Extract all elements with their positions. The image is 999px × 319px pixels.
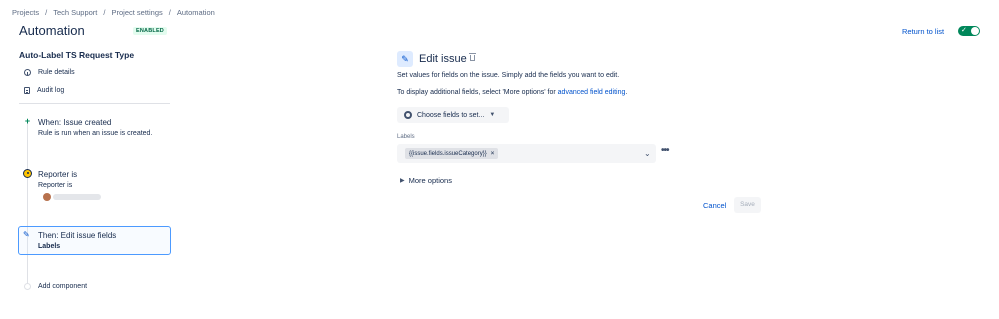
cancel-button[interactable]: Cancel xyxy=(703,201,726,210)
trash-icon[interactable] xyxy=(469,53,476,61)
condition-component-title[interactable]: Reporter is xyxy=(38,170,77,179)
pencil-icon: ✎ xyxy=(23,230,30,239)
status-badge: ENABLED xyxy=(133,27,167,35)
chevron-down-icon: ▼ xyxy=(489,112,496,118)
desc-suffix: . xyxy=(625,89,628,96)
avatar xyxy=(43,193,51,201)
breadcrumb-projects[interactable]: Projects xyxy=(12,8,39,17)
advanced-field-editing-link[interactable]: advanced field editing xyxy=(558,89,626,96)
rule-enabled-toggle[interactable]: ✓ xyxy=(958,26,980,36)
sidebar-divider xyxy=(19,103,170,104)
pencil-icon: ✎ xyxy=(397,51,413,67)
trigger-plus-icon: + xyxy=(24,116,31,126)
label-chip: {{issue.fields.issueCategory}} × xyxy=(405,148,499,159)
toggle-knob xyxy=(971,27,979,35)
add-component-dot-icon xyxy=(24,283,31,290)
trigger-component-title[interactable]: When: Issue created xyxy=(38,118,111,127)
breadcrumb-tech-support[interactable]: Tech Support xyxy=(53,8,97,17)
breadcrumb-project-settings[interactable]: Project settings xyxy=(111,8,162,17)
save-button[interactable]: Save xyxy=(734,197,761,213)
choose-fields-button[interactable]: Choose fields to set... ▼ xyxy=(397,107,509,123)
audit-log-label: Audit log xyxy=(37,87,65,94)
audit-log-link[interactable]: Audit log xyxy=(24,87,64,94)
condition-component-subtitle: Reporter is xyxy=(38,182,73,189)
log-icon xyxy=(24,87,30,94)
user-condition-icon xyxy=(23,169,32,178)
action-component-subtitle: Labels xyxy=(38,243,61,250)
panel-description-advanced: To display additional fields, select 'Mo… xyxy=(397,89,627,96)
breadcrumb-separator: / xyxy=(168,8,171,17)
page-title: Automation xyxy=(19,23,85,38)
more-actions-icon[interactable]: ••• xyxy=(661,145,669,156)
rule-details-link[interactable]: Rule details xyxy=(24,69,75,76)
return-to-list-link[interactable]: Return to list xyxy=(902,27,944,36)
breadcrumb-separator: / xyxy=(103,8,106,17)
label-chip-text: {{issue.fields.issueCategory}} xyxy=(409,150,487,157)
check-icon: ✓ xyxy=(961,27,967,34)
panel-title: Edit issue xyxy=(419,53,467,65)
desc-prefix: To display additional fields, select 'Mo… xyxy=(397,89,558,96)
add-component-link[interactable]: Add component xyxy=(38,283,87,290)
chevron-right-icon: ▶ xyxy=(400,178,405,184)
redacted-user-name xyxy=(53,194,101,200)
gear-icon xyxy=(404,111,412,119)
trigger-component-subtitle: Rule is run when an issue is created. xyxy=(38,130,153,137)
rule-name: Auto-Label TS Request Type xyxy=(19,50,135,60)
rule-details-label: Rule details xyxy=(38,69,75,76)
breadcrumb-separator: / xyxy=(45,8,48,17)
flow-connector-line xyxy=(27,122,28,284)
chevron-down-icon[interactable]: ⌄ xyxy=(644,149,651,158)
info-icon xyxy=(24,69,31,76)
more-options-label: More options xyxy=(408,176,452,185)
action-component-title: Then: Edit issue fields xyxy=(38,231,117,240)
breadcrumb: Projects / Tech Support / Project settin… xyxy=(12,8,215,17)
labels-field-label: Labels xyxy=(397,134,415,140)
panel-description: Set values for fields on the issue. Simp… xyxy=(397,72,620,79)
breadcrumb-automation[interactable]: Automation xyxy=(177,8,215,17)
choose-fields-label: Choose fields to set... xyxy=(417,111,485,119)
more-options-toggle[interactable]: ▶ More options xyxy=(400,176,452,185)
remove-label-icon[interactable]: × xyxy=(491,151,495,157)
